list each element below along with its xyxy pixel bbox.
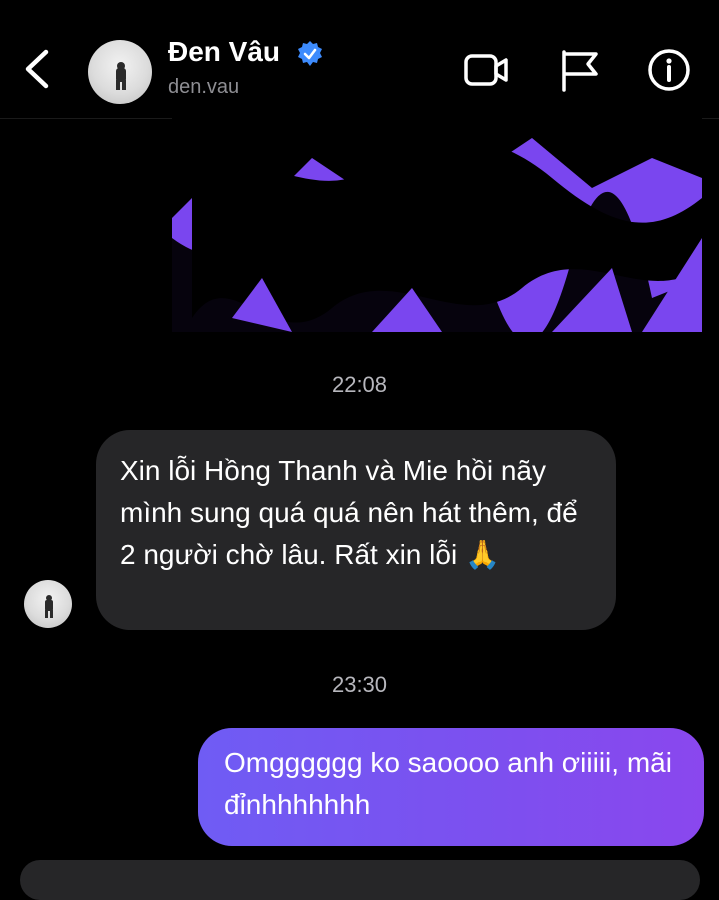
report-flag-icon[interactable]: [558, 46, 606, 94]
info-icon[interactable]: [645, 46, 693, 94]
chat-header: Đen Vâu den.vau: [0, 0, 719, 119]
avatar[interactable]: [88, 40, 152, 104]
contact-name[interactable]: Đen Vâu: [168, 36, 280, 68]
video-call-icon[interactable]: [462, 46, 510, 94]
timestamp: 23:30: [331, 672, 388, 697]
verified-badge-icon: [298, 41, 322, 66]
incoming-message-bubble[interactable]: Xin lỗi Hồng Thanh và Mie hồi nãy mình s…: [96, 430, 616, 630]
redacted-message-image: [172, 118, 702, 332]
avatar[interactable]: [24, 580, 72, 628]
back-chevron-icon[interactable]: [18, 44, 58, 94]
outgoing-message-bubble[interactable]: Omgggggg ko saoooo anh ơiiiii, mãi đỉnhh…: [198, 728, 704, 846]
message-bubble-partial: [20, 860, 700, 900]
contact-handle: den.vau: [168, 76, 240, 98]
timestamp: 22:08: [331, 372, 388, 397]
